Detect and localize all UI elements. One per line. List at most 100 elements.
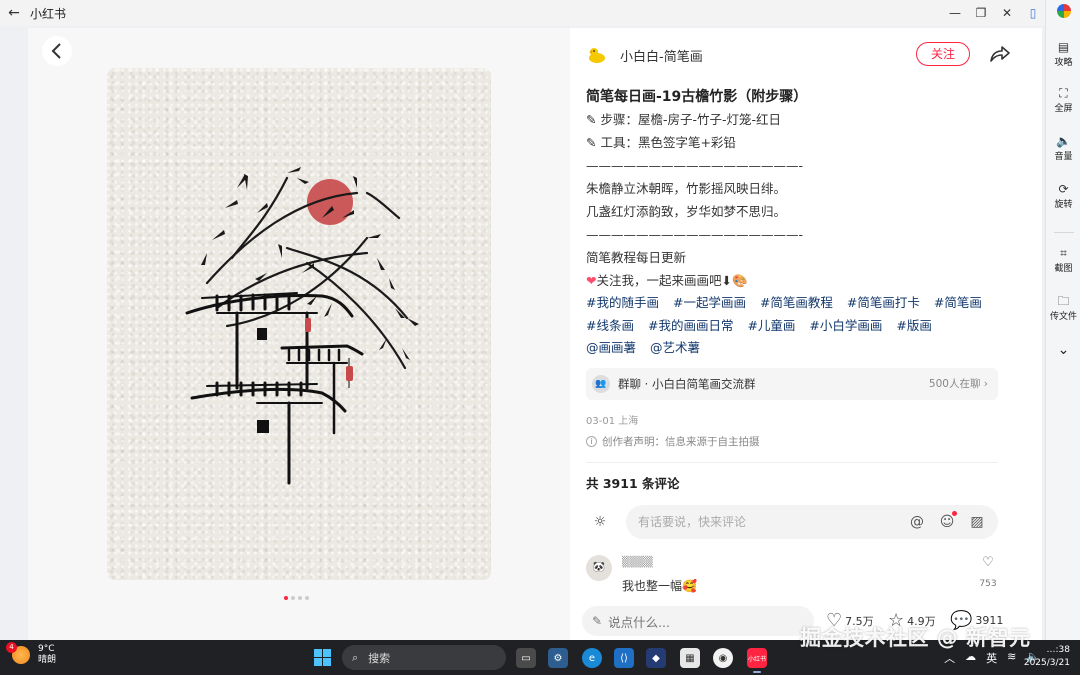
sidebar-expand-button[interactable]: ⌄ — [1046, 342, 1080, 358]
tray-chevron-icon[interactable]: ︿ — [944, 650, 955, 666]
mention-link[interactable]: @艺术薯 — [650, 340, 700, 355]
say-something-input[interactable]: ✎ 说点什么... — [582, 606, 814, 636]
sidebar-item-screenshot[interactable]: ⌗ 截图 — [1046, 246, 1080, 274]
edge-browser-icon[interactable]: e — [582, 648, 602, 668]
comment-input-row: ☼ 有话要说，快来评论 @ ☺ ▨ — [586, 504, 998, 539]
share-icon[interactable] — [988, 42, 1012, 66]
right-sidebar: ▤ 攻略 ⛶ 全屏 🔈 音量 ⟳ 旋转 ⌗ 截图 🗀 传文件 ⌄ — [1045, 0, 1080, 640]
duck-avatar-icon — [589, 48, 605, 63]
sidebar-item-label: 攻略 — [1054, 58, 1073, 68]
weather-sun-icon: 4 — [6, 642, 30, 664]
sidebar-item-volume[interactable]: 🔈 音量 — [1046, 134, 1080, 162]
media-pane — [28, 28, 570, 640]
chrome-icon[interactable]: ◉ — [713, 648, 733, 668]
image-icon[interactable]: ▨ — [966, 514, 988, 530]
back-button[interactable] — [42, 36, 72, 66]
carousel-dot[interactable] — [305, 596, 309, 600]
weather-desc: 晴朗 — [38, 655, 57, 665]
crop-icon: ⌗ — [1060, 246, 1067, 260]
window-titlebar: ← 小红书 — ❐ ✕ ▯ — [0, 0, 1045, 26]
settings-app-icon[interactable]: ⚙ — [548, 648, 568, 668]
minimize-button[interactable]: — — [943, 6, 967, 20]
ime-indicator[interactable]: 英 — [986, 650, 997, 666]
store-app-icon[interactable]: ▦ — [680, 648, 700, 668]
follow-button[interactable]: 关注 — [916, 42, 970, 66]
comment-placeholder: 有话要说，快来评论 — [638, 515, 747, 529]
carousel-indicator[interactable] — [284, 596, 309, 600]
artwork-image[interactable] — [107, 68, 491, 580]
note-body: 简笔每日画-19古檐竹影（附步骤） ✎ 步骤：屋檐-房子-竹子-灯笼-红日 ✎ … — [586, 82, 998, 599]
wifi-icon[interactable]: ≋ — [1007, 650, 1016, 666]
sidebar-item-label: 音量 — [1054, 152, 1073, 162]
say-something-placeholder: 说点什么... — [608, 614, 670, 630]
emoji-icon[interactable]: ☺ — [936, 510, 958, 530]
vscode-icon[interactable]: ⟨⟩ — [614, 648, 634, 668]
task-view-icon[interactable]: ▭ — [516, 648, 536, 668]
sidebar-item-guide[interactable]: ▤ 攻略 — [1046, 40, 1080, 68]
tag-link[interactable]: #儿童画 — [747, 318, 795, 333]
group-chat-count: 500人在聊 › — [928, 378, 988, 390]
ink-drawing-illustration — [185, 167, 419, 485]
tag-link[interactable]: #简笔画 — [934, 295, 982, 310]
tag-link[interactable]: #简笔画教程 — [760, 295, 833, 310]
carousel-dot[interactable] — [298, 596, 302, 600]
comment-like-icon[interactable]: ♡ — [978, 555, 998, 570]
watermark-text: 掘金技术社区 @ 新智元 — [800, 626, 1031, 650]
sidebar-item-rotate[interactable]: ⟳ 旋转 — [1046, 182, 1080, 210]
comment-text: 我也整一幅🥰 — [622, 578, 697, 593]
sidebar-item-label: 全屏 — [1054, 104, 1073, 114]
carousel-dot[interactable] — [284, 596, 288, 600]
comment-input[interactable]: 有话要说，快来评论 @ ☺ ▨ — [626, 504, 998, 539]
xiaohongshu-taskbar-icon[interactable]: 小红书 — [747, 648, 767, 673]
mention-icon[interactable]: @ — [906, 514, 928, 530]
tag-link[interactable]: #我的随手画 — [586, 295, 659, 310]
post-follow-line: ❤关注我，一起来画画吧⬇🎨 — [586, 269, 998, 292]
palette-icon: 🎨 — [731, 273, 748, 288]
folder-icon: 🗀 — [1057, 294, 1070, 308]
post-text-line: —————————————————- — [586, 158, 804, 173]
post-text-line: 几盏红灯添韵致，岁华如梦不思归。 — [586, 204, 787, 219]
window-back-button[interactable]: ← — [0, 5, 28, 21]
author-avatar[interactable] — [586, 44, 608, 66]
rotate-icon: ⟳ — [1058, 182, 1069, 196]
close-button[interactable]: ✕ — [995, 6, 1019, 20]
sidebar-item-fullscreen[interactable]: ⛶ 全屏 — [1046, 86, 1080, 114]
tag-link[interactable]: #简笔画打卡 — [847, 295, 920, 310]
group-avatar: 👥 — [592, 374, 610, 393]
app-logo-icon[interactable] — [1057, 4, 1071, 18]
commenter-name[interactable]: ▒▒▒▒ — [622, 557, 653, 568]
window-title: 小红书 — [30, 6, 67, 21]
window-controls: — ❐ ✕ ▯ — [941, 0, 1045, 26]
sidebar-divider — [1054, 232, 1074, 233]
heart-icon: ❤ — [586, 273, 597, 288]
tag-link[interactable]: #版画 — [896, 318, 931, 333]
clock-date: 2025/3/21 — [1023, 658, 1070, 668]
carousel-dot[interactable] — [291, 596, 295, 600]
sidepanel-toggle-button[interactable]: ▯ — [1021, 6, 1045, 20]
fullscreen-icon: ⛶ — [1059, 86, 1068, 100]
windows-start-icon[interactable] — [314, 649, 331, 666]
tag-link[interactable]: #线条画 — [586, 318, 634, 333]
post-text-line: ✎ 工具：黑色签字笔+彩铅 — [586, 135, 736, 150]
pencil-icon: ✎ — [592, 614, 603, 628]
group-chat-card[interactable]: 👥 群聊 · 小白白简笔画交流群 500人在聊 › — [586, 367, 998, 400]
commenter-avatar[interactable]: 🐼 — [586, 554, 612, 581]
cloud-icon[interactable]: ☁ — [965, 650, 976, 666]
tag-link[interactable]: #小白学画画 — [809, 318, 882, 333]
weather-widget[interactable]: 4 9°C 晴朗 — [6, 642, 57, 666]
sidebar-item-transfer[interactable]: 🗀 传文件 — [1046, 294, 1080, 322]
post-text-line: 简笔教程每日更新 — [586, 250, 687, 265]
sidebar-item-label: 传文件 — [1049, 312, 1077, 322]
note-content-pane: 小白白-简笔画 关注 简笔每日画-19古檐竹影（附步骤） ✎ 步骤：屋檐-房子-… — [570, 28, 1042, 640]
tag-link[interactable]: #一起学画画 — [673, 295, 746, 310]
info-icon: i — [586, 436, 597, 447]
tag-link[interactable]: #我的画画日常 — [648, 318, 733, 333]
restore-button[interactable]: ❐ — [969, 6, 993, 20]
sidebar-item-label: 旋转 — [1054, 200, 1073, 210]
weather-temp: 9°C — [38, 644, 55, 654]
mention-link[interactable]: @画画薯 — [586, 340, 636, 355]
app-icon[interactable]: ◆ — [646, 648, 666, 668]
taskbar-search[interactable]: ⌕ 搜索 — [342, 645, 506, 670]
author-name[interactable]: 小白白-简笔画 — [620, 46, 703, 65]
comment-item: 🐼 ▒▒▒▒ 我也整一幅🥰 ♡ 753 — [586, 554, 998, 599]
